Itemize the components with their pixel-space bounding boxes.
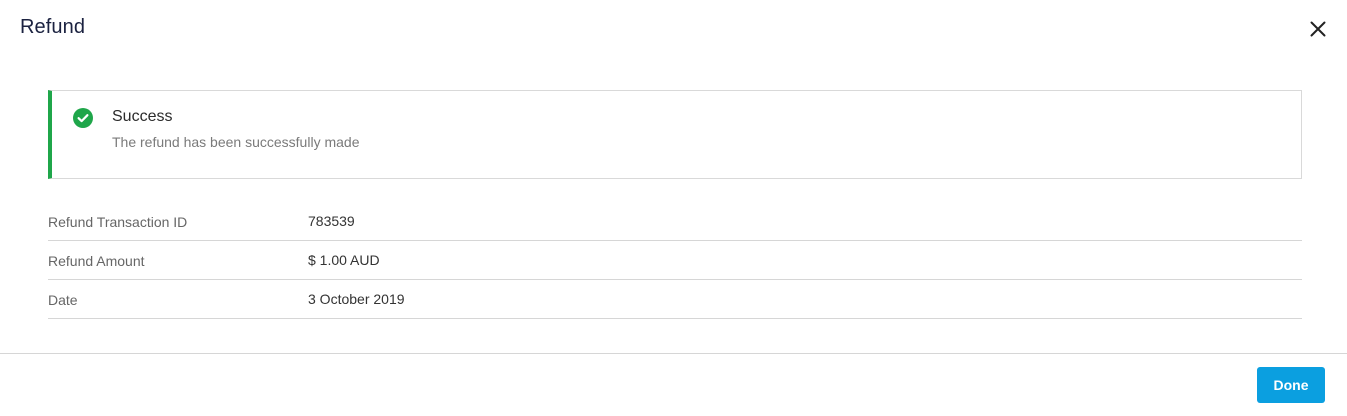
done-button[interactable]: Done [1257, 367, 1325, 403]
detail-row-date: Date 3 October 2019 [48, 280, 1302, 319]
close-icon [1310, 21, 1326, 37]
detail-label: Refund Transaction ID [48, 214, 188, 230]
success-alert: Success The refund has been successfully… [48, 90, 1302, 179]
footer-divider [0, 353, 1347, 354]
detail-label: Date [48, 292, 78, 308]
detail-label: Refund Amount [48, 253, 145, 269]
alert-title: Success [112, 108, 173, 125]
dialog-title: Refund [20, 16, 86, 38]
refund-dialog: Refund Success The refund has been succe… [0, 0, 1347, 416]
refund-details: Refund Transaction ID 783539 Refund Amou… [48, 202, 1302, 319]
close-button[interactable] [1305, 16, 1331, 42]
detail-value: 783539 [308, 213, 355, 229]
dialog-header: Refund [0, 0, 1347, 58]
check-circle-icon [73, 108, 93, 128]
detail-value: 3 October 2019 [308, 291, 405, 307]
detail-row-amount: Refund Amount $ 1.00 AUD [48, 241, 1302, 280]
detail-row-transaction-id: Refund Transaction ID 783539 [48, 202, 1302, 241]
detail-value: $ 1.00 AUD [308, 252, 380, 268]
alert-message: The refund has been successfully made [112, 134, 360, 150]
